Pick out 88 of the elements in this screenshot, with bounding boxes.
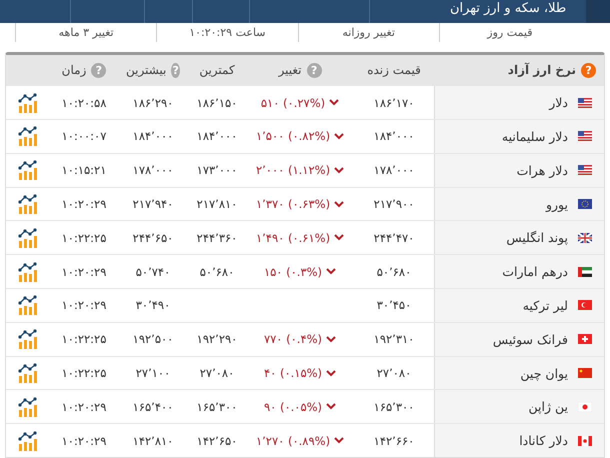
time-cell-text: ۱۰:۱۵:۲۱: [60, 163, 108, 178]
high-cell-text: ۳۰٬۴۹۰: [134, 298, 172, 312]
column-label: تغییر: [278, 63, 302, 78]
chart-icon[interactable]: [17, 194, 39, 214]
change-cell: ۱٬۵۰۰ (۰.۸۲%): [256, 129, 330, 144]
time-cell-text: ۱۰:۲۲:۲۵: [60, 366, 108, 380]
low-cell-text: ۱۶۵٬۳۰۰: [196, 400, 238, 414]
sub-header-label[interactable]: ساعت ۱۰:۲۰:۲۹: [156, 23, 298, 42]
change-cell: ۲٬۰۰۰ (۱.۱۲%): [256, 163, 330, 178]
currency-name: یورو: [546, 196, 568, 212]
change-cell: ۷۷۰ (۰.۴%): [264, 332, 322, 346]
currency-name: ین ژاپن: [528, 399, 568, 414]
high-cell-text: ۱۷۸٬۰۰۰: [132, 163, 174, 178]
low-cell-text: ۱۷۳٬۰۰۰: [196, 163, 238, 178]
column-label: قیمت زنده: [367, 63, 421, 78]
change-cell: ۱٬۲۷۰ (۰.۸۹%): [256, 434, 330, 448]
time-cell-text: ۱۰:۲۰:۲۹: [60, 434, 108, 448]
price-cell-text: ۱۴۲٬۶۶۰: [372, 434, 416, 448]
sub-header-label[interactable]: قیمت روز: [438, 23, 580, 42]
time-cell-text: ۱۰:۲۲:۲۵: [60, 230, 108, 245]
low-cell-text: ۱۹۲٬۲۹۰: [196, 332, 238, 346]
site-title: طلا، سکه و ارز تهران: [448, 1, 568, 18]
change-cell: ۴۰ (۰.۱۵%): [264, 366, 322, 380]
chart-icon[interactable]: [17, 295, 39, 316]
high-cell-text: ۱۹۲٬۵۰۰: [132, 332, 174, 346]
price-cell-text: ۱۹۲٬۳۱۰: [372, 332, 416, 346]
low-cell-text: ۱۸۴٬۰۰۰: [196, 129, 238, 144]
low-cell-text: ۲۷٬۰۸۰: [198, 366, 236, 380]
nav-tab[interactable]: [144, 0, 194, 24]
currency-name: پوند انگلیس: [506, 230, 568, 246]
low-cell-text: ۲۱۷٬۸۱۰: [196, 197, 238, 212]
change-cell: ۹۰ (۰.۰۵%): [264, 400, 322, 414]
sub-header-label[interactable]: تغییر ۳ ماهه: [15, 23, 156, 42]
time-cell-text: ۱۰:۲۰:۲۹: [60, 298, 108, 312]
price-cell-text: ۲۱۷٬۹۰۰: [372, 197, 416, 212]
change-cell: ۱۵۰ (۰.۳%): [264, 264, 322, 279]
chart-icon[interactable]: [17, 396, 39, 417]
change-cell: ۵۱۰ (۰.۲۷%): [260, 96, 326, 110]
high-cell-text: ۲۱۷٬۹۴۰: [132, 197, 174, 212]
currency-name: درهم امارات: [502, 264, 568, 280]
chart-icon[interactable]: [17, 262, 39, 282]
price-cell-text: ۲۷٬۰۸۰: [376, 366, 412, 380]
price-cell-text: ۵۰٬۶۸۰: [376, 264, 412, 279]
high-cell-text: ۱۸۴٬۰۰۰: [132, 129, 174, 144]
high-cell-text: ۱۸۶٬۲۹۰: [132, 96, 174, 110]
column-label: نرخ ارز آزاد: [508, 63, 576, 78]
sub-header-label[interactable]: تغییر روزانه: [298, 23, 439, 42]
column-label: زمان: [62, 63, 86, 78]
chart-icon[interactable]: [17, 92, 39, 113]
chart-icon[interactable]: [17, 126, 39, 146]
time-cell-text: ۱۰:۲۰:۲۹: [60, 197, 108, 212]
time-cell-text: ۱۰:۲۰:۵۸: [60, 96, 108, 110]
price-cell-text: ۱۶۵٬۳۰۰: [372, 400, 416, 414]
chart-icon[interactable]: [17, 363, 39, 383]
change-cell: ۱٬۴۹۰ (۰.۶۱%): [256, 230, 330, 245]
high-cell-text: ۱۶۵٬۴۰۰: [132, 400, 174, 414]
price-cell-text: ۲۴۴٬۴۷۰: [372, 230, 416, 245]
price-cell-text: ۳۰٬۴۵۰: [376, 298, 412, 312]
currency-name: دلار هرات: [516, 162, 568, 178]
low-cell-text: ۵۰٬۶۸۰: [198, 264, 236, 279]
high-cell-text: ۵۰٬۷۴۰: [134, 264, 172, 279]
change-cell: ۱٬۳۷۰ (۰.۶۳%): [256, 197, 330, 212]
chart-icon[interactable]: [17, 329, 39, 350]
currency-name: فرانک سوئیس: [492, 332, 568, 347]
time-cell-text: ۱۰:۲۲:۲۵: [60, 332, 108, 346]
currency-name: یوان چین: [520, 366, 568, 380]
time-cell-text: ۱۰:۲۰:۲۹: [60, 400, 108, 414]
high-cell-text: ۱۴۲٬۸۱۰: [132, 434, 174, 448]
price-cell-text: ۱۸۴٬۰۰۰: [372, 129, 416, 144]
top-bar-corner: [586, 0, 610, 24]
price-cell-text: ۱۷۸٬۰۰۰: [372, 163, 416, 178]
time-cell-text: ۱۰:۰۰:۰۷: [60, 129, 108, 144]
chart-icon[interactable]: [17, 228, 39, 248]
time-cell-text: ۱۰:۲۰:۲۹: [60, 264, 108, 279]
price-cell-text: ۱۸۶٬۱۷۰: [372, 96, 416, 110]
column-label: کمترین: [199, 63, 235, 78]
low-cell-text: ۱۸۶٬۱۵۰: [196, 96, 238, 110]
currency-name: لیر ترکیه: [522, 298, 568, 313]
column-label: بیشترین: [126, 63, 166, 78]
low-cell-text: ۲۴۴٬۳۶۰: [196, 230, 238, 245]
chart-icon[interactable]: [17, 430, 39, 451]
currency-name: دلار کانادا: [519, 433, 568, 448]
currency-name: دلار سلیمانیه: [502, 128, 568, 144]
high-cell-text: ۲۴۴٬۶۵۰: [132, 230, 174, 245]
chart-icon[interactable]: [17, 160, 39, 180]
currency-name: دلار: [549, 95, 568, 110]
low-cell-text: ۱۴۲٬۶۵۰: [196, 434, 238, 448]
high-cell-text: ۲۷٬۱۰۰: [134, 366, 172, 380]
